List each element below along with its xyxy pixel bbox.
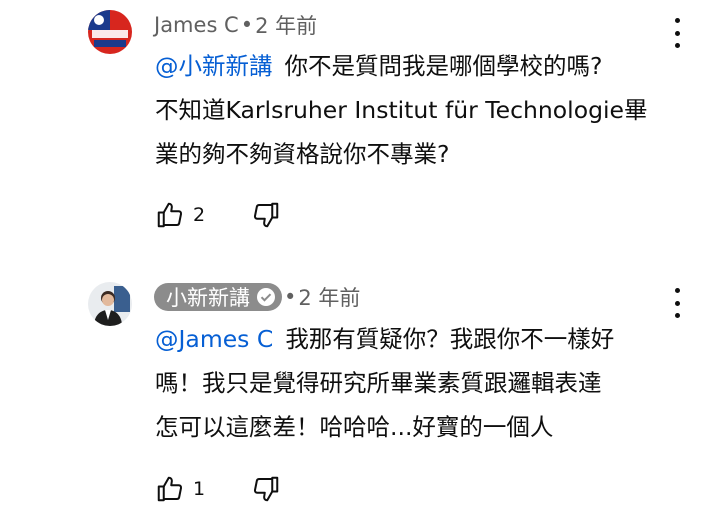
person-avatar-image [88, 282, 132, 326]
comment-line-text: 我那有質疑你？我跟你不一樣好 [285, 325, 615, 353]
check-circle-icon [256, 287, 276, 307]
comment-line: 業的夠不夠資格說你不專業? [155, 140, 450, 168]
avatar[interactable] [88, 282, 132, 326]
comment-text: @James C 我那有質疑你？我跟你不一樣好 嗎！我只是覺得研究所畢業素質跟邏輯… [155, 317, 614, 449]
author-name[interactable]: James C [154, 13, 239, 37]
comment-actions: 2 [155, 200, 281, 230]
comment-2: 小新新講 • 2 年前 @James C 我那有質疑你？我跟你不一樣好 嗎！我只是… [0, 262, 720, 528]
author-name: 小新新講 [166, 286, 250, 310]
more-vert-icon[interactable] [672, 288, 682, 318]
meta-separator: • [240, 13, 254, 37]
like-count: 2 [193, 204, 206, 226]
comment-line: @James C 我那有質疑你？我跟你不一樣好 [155, 317, 614, 361]
thumb-up-icon[interactable] [155, 200, 185, 230]
comment-1: James C • 2 年前 @小新新講 你不是質問我是哪個學校的嗎? 不知道Ka… [0, 0, 720, 260]
comment-line: 嗎！我只是覺得研究所畢業素質跟邏輯表達 [155, 369, 602, 397]
comment-meta: James C • 2 年前 [154, 10, 317, 40]
comment-meta: 小新新講 • 2 年前 [154, 282, 360, 312]
comment-line: 不知道Karlsruher Institut für Technologie畢 [155, 96, 648, 124]
thumb-down-icon[interactable] [251, 200, 281, 230]
thumb-down-icon[interactable] [251, 474, 281, 504]
timestamp[interactable]: 2 年前 [298, 282, 360, 312]
thumb-up-icon[interactable] [155, 474, 185, 504]
comment-actions: 1 [155, 474, 281, 504]
timestamp[interactable]: 2 年前 [255, 10, 317, 40]
avatar[interactable] [88, 10, 132, 54]
comment-line: 怎可以這麼差！哈哈哈...好寶的一個人 [155, 413, 554, 441]
like-count: 1 [193, 478, 206, 500]
mention-link[interactable]: @小新新講 [155, 52, 273, 80]
comment-line-text: 你不是質問我是哪個學校的嗎? [284, 52, 603, 80]
mention-link[interactable]: @James C [155, 325, 273, 353]
meta-separator: • [284, 285, 297, 309]
comment-line: @小新新講 你不是質問我是哪個學校的嗎? [155, 44, 648, 88]
comment-text: @小新新講 你不是質問我是哪個學校的嗎? 不知道Karlsruher Instit… [155, 44, 648, 176]
channel-owner-chip[interactable]: 小新新講 [154, 283, 282, 311]
more-vert-icon[interactable] [672, 18, 682, 48]
flag-avatar-image [88, 10, 132, 54]
